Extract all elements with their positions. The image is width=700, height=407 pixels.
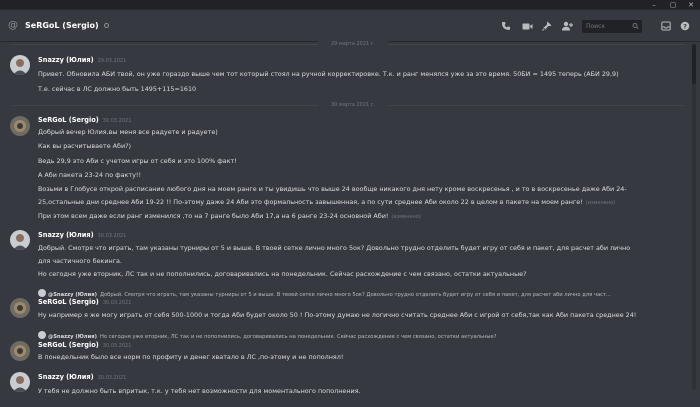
message-text: В понедельник было все норм по профиту и… bbox=[38, 353, 344, 361]
date-divider: 30 марта 2021 г. bbox=[12, 101, 684, 109]
message-timestamp: 30.03.2021 bbox=[97, 233, 127, 239]
reply-preview[interactable]: @Snazzy (Юлия) Но сегодня уже вторник, ЛС… bbox=[38, 330, 678, 340]
message-timestamp: 30.03.2021 bbox=[102, 343, 132, 349]
search-icon bbox=[632, 20, 639, 37]
message-header: Snazzy (Юлия) 29.03.2021 bbox=[38, 56, 126, 64]
svg-text:?: ? bbox=[683, 22, 687, 30]
avatar bbox=[38, 331, 46, 339]
message-header: Snazzy (Юлия) 30.03.2021 bbox=[38, 373, 126, 381]
add-friend-icon[interactable] bbox=[561, 21, 573, 31]
date-divider: 29 марта 2021 г. bbox=[12, 40, 684, 48]
at-sign-icon: @ bbox=[8, 20, 18, 31]
message-author[interactable]: Snazzy (Юлия) bbox=[38, 56, 94, 64]
status-offline-icon bbox=[103, 23, 109, 28]
message-author[interactable]: SeRGoL (Sergio) bbox=[38, 341, 99, 349]
avatar[interactable] bbox=[10, 230, 30, 250]
message-text: Ведь 29,9 это Аби с учетом игры от себя … bbox=[38, 157, 237, 165]
minimize-icon[interactable]: – bbox=[645, 0, 663, 10]
message-text: 25,остальные дни среднее Аби 19-22 !! По… bbox=[38, 198, 688, 206]
message-text: У тебя не должно быть впритык, т.к. у те… bbox=[38, 387, 361, 395]
maximize-icon[interactable]: ▢ bbox=[664, 0, 682, 10]
search-input[interactable]: Поиск bbox=[582, 20, 642, 33]
reply-text: Добрый. Смотря что играть, там указаны т… bbox=[99, 292, 611, 298]
message-line: При этом всем даже если ранг изменился ,… bbox=[38, 212, 389, 220]
avatar[interactable] bbox=[10, 116, 30, 136]
edited-mark: (изменено) bbox=[391, 214, 421, 220]
dm-title: SeRGoL (Sergio) bbox=[25, 21, 99, 30]
divider-date: 30 марта 2021 г. bbox=[318, 101, 388, 109]
message-author[interactable]: Snazzy (Юлия) bbox=[38, 231, 94, 239]
message-timestamp: 29.03.2021 bbox=[97, 58, 127, 64]
message-text: Как вы расчитываете Аби?) bbox=[38, 142, 132, 150]
message-text: При этом всем даже если ранг изменился ,… bbox=[38, 212, 688, 220]
avatar[interactable] bbox=[10, 55, 30, 75]
message-text: Т.е. сейчас в ЛС должно быть 1495+115=16… bbox=[38, 85, 197, 93]
reply-preview[interactable]: @Snazzy (Юлия) Добрый. Смотря что играть,… bbox=[38, 288, 678, 298]
divider-date: 29 марта 2021 г. bbox=[318, 40, 388, 48]
message-author[interactable]: SeRGoL (Sergio) bbox=[38, 116, 99, 124]
message-line: 25,остальные дни среднее Аби 19-22 !! По… bbox=[38, 198, 583, 206]
voice-call-icon[interactable] bbox=[500, 21, 512, 31]
message-timestamp: 30.03.2021 bbox=[102, 118, 132, 124]
search-placeholder: Поиск bbox=[586, 23, 606, 30]
message-text: для частичного бекинга. bbox=[38, 257, 122, 265]
message-text: Возьми в Глобусе открой расписание любог… bbox=[38, 185, 627, 193]
video-call-icon[interactable] bbox=[521, 21, 533, 31]
avatar bbox=[38, 289, 46, 297]
scrollbar-track[interactable] bbox=[692, 44, 696, 389]
reply-author: @Snazzy (Юлия) bbox=[48, 334, 97, 340]
reply-text: Но сегодня уже вторник, ЛС так и не попо… bbox=[99, 334, 497, 340]
avatar[interactable] bbox=[10, 372, 30, 392]
message-header: SeRGoL (Sergio) 30.03.2021 bbox=[38, 116, 131, 124]
message-author[interactable]: SeRGoL (Sergio) bbox=[38, 298, 99, 306]
message-text: Добрый. Смотря что играть, там указаны т… bbox=[38, 244, 631, 252]
help-icon[interactable]: ? bbox=[679, 21, 691, 31]
message-text: Ну например я же могу играть от себя 500… bbox=[38, 311, 637, 319]
edited-mark: (изменено) bbox=[585, 200, 616, 206]
avatar[interactable] bbox=[10, 298, 30, 318]
message-text: Привет. Обновила АБИ твой, он уже горазд… bbox=[38, 70, 619, 78]
avatar[interactable] bbox=[10, 341, 30, 361]
message-author[interactable]: Snazzy (Юлия) bbox=[38, 373, 94, 381]
message-header: Snazzy (Юлия) 30.03.2021 bbox=[38, 231, 126, 239]
message-header: SeRGoL (Sergio) 30.03.2021 bbox=[38, 341, 131, 349]
message-header: SeRGoL (Sergio) 30.03.2021 bbox=[38, 298, 131, 306]
close-icon[interactable]: ✕ bbox=[682, 0, 700, 10]
message-timestamp: 30.03.2021 bbox=[102, 300, 132, 306]
message-text: Добрый вечер Юлия,вы меня все радуете и … bbox=[38, 128, 218, 136]
scrollbar-thumb[interactable] bbox=[692, 44, 696, 84]
pin-icon[interactable] bbox=[541, 21, 553, 31]
message-text: Но сегодня уже вторник, ЛС так и не попо… bbox=[38, 270, 527, 278]
message-text: А Аби пакета 23-24 по факту!! bbox=[38, 171, 142, 179]
inbox-icon[interactable] bbox=[660, 21, 672, 31]
message-timestamp: 30.03.2021 bbox=[97, 375, 127, 381]
window-titlebar: – ▢ ✕ bbox=[0, 0, 700, 10]
